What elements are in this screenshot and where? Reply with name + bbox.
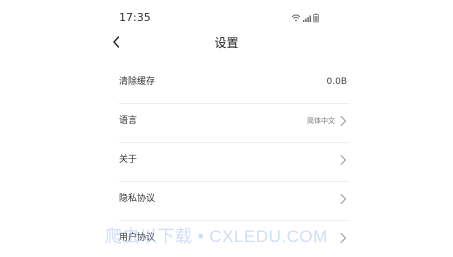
privacy-policy-row[interactable]: 隐私协议 <box>119 182 349 221</box>
chevron-right-icon <box>340 233 346 243</box>
user-agreement-right <box>339 230 347 246</box>
status-icons <box>291 13 319 23</box>
clear-cache-label: 清除缓存 <box>119 77 156 87</box>
privacy-policy-label: 隐私协议 <box>119 194 156 204</box>
settings-screen: 17:35 设置 清除缓存 0.0B 语言 简体中文 关于 隐私协议 用户协议 … <box>0 0 453 257</box>
status-time: 17:35 <box>119 11 151 24</box>
page-title: 设置 <box>214 36 239 50</box>
clear-cache-row[interactable]: 清除缓存 0.0B <box>119 65 349 104</box>
chevron-right-icon <box>340 116 346 126</box>
chevron-right-icon <box>340 194 346 204</box>
cache-size-value: 0.0B <box>326 77 348 87</box>
about-label: 关于 <box>119 155 138 165</box>
signal-icon <box>303 15 311 22</box>
user-agreement-row[interactable]: 用户协议 <box>119 221 349 257</box>
language-row[interactable]: 语言 简体中文 <box>119 104 349 143</box>
wifi-icon <box>291 14 301 22</box>
about-right <box>339 152 347 168</box>
privacy-policy-right <box>339 191 347 207</box>
language-right: 简体中文 <box>307 113 347 129</box>
chevron-right-icon <box>340 155 346 165</box>
about-row[interactable]: 关于 <box>119 143 349 182</box>
language-label: 语言 <box>119 116 138 126</box>
battery-icon <box>313 13 319 23</box>
clear-cache-right: 0.0B <box>327 74 348 90</box>
user-agreement-label: 用户协议 <box>119 233 156 243</box>
settings-list: 清除缓存 0.0B 语言 简体中文 关于 隐私协议 用户协议 <box>119 65 349 257</box>
language-value: 简体中文 <box>307 117 335 125</box>
